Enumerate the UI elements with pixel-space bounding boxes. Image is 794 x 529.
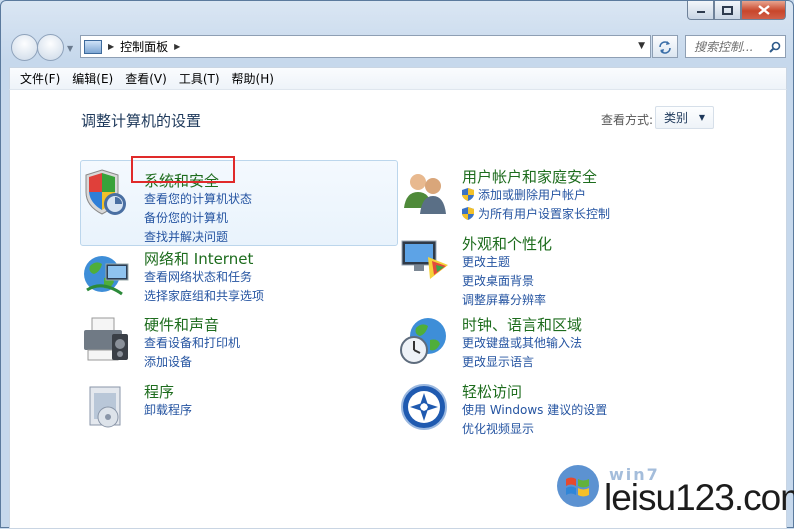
uac-shield-icon	[462, 188, 474, 201]
menu-help[interactable]: 帮助(H)	[226, 70, 280, 87]
minimize-icon	[696, 11, 705, 13]
view-by-label: 查看方式:	[601, 113, 654, 127]
close-button[interactable]	[741, 1, 786, 20]
menu-tools[interactable]: 工具(T)	[173, 70, 226, 87]
content-pane: 调整计算机的设置 查看方式: 类别 ▼ 系统和安全 查看您的计算机状态 备份您的…	[9, 89, 787, 529]
link-change-background[interactable]: 更改桌面背景	[462, 272, 534, 289]
link-screen-resolution[interactable]: 调整屏幕分辨率	[462, 291, 546, 308]
category-title-user-accounts[interactable]: 用户帐户和家庭安全	[462, 166, 597, 187]
ease-of-access-icon[interactable]	[400, 383, 450, 433]
windows-logo-watermark	[557, 465, 599, 507]
back-button[interactable]	[11, 34, 38, 61]
navigation-bar: ▼ ▶ 控制面板 ▶ ▼	[1, 31, 793, 63]
page-title: 调整计算机的设置	[81, 112, 202, 130]
link-parental-controls-label: 为所有用户设置家长控制	[478, 207, 611, 221]
link-add-remove-users[interactable]: 添加或删除用户帐户	[462, 186, 586, 203]
control-panel-window: ▼ ▶ 控制面板 ▶ ▼ 文件(F) 编辑(E) 查看(	[0, 0, 794, 529]
link-devices-printers[interactable]: 查看设备和打印机	[144, 334, 240, 351]
link-add-device[interactable]: 添加设备	[144, 353, 192, 370]
search-box[interactable]	[685, 35, 786, 58]
link-backup-computer[interactable]: 备份您的计算机	[144, 209, 228, 226]
menu-bar: 文件(F) 编辑(E) 查看(V) 工具(T) 帮助(H)	[9, 67, 787, 89]
refresh-icon	[659, 40, 671, 54]
breadcrumb-arrow-icon[interactable]: ▶	[174, 42, 180, 51]
uac-shield-icon	[462, 207, 474, 220]
chevron-down-icon: ▼	[698, 113, 705, 122]
link-add-remove-users-label: 添加或删除用户帐户	[478, 188, 587, 202]
link-change-theme[interactable]: 更改主题	[462, 253, 510, 270]
menu-edit[interactable]: 编辑(E)	[66, 70, 119, 87]
network-globe-icon[interactable]	[82, 250, 132, 300]
link-troubleshoot[interactable]: 查找并解决问题	[144, 228, 228, 245]
view-by-dropdown[interactable]: 类别 ▼	[655, 106, 714, 129]
minimize-button[interactable]	[687, 1, 714, 20]
menu-file[interactable]: 文件(F)	[14, 70, 66, 87]
category-title-network[interactable]: 网络和 Internet	[144, 248, 253, 269]
maximize-button[interactable]	[714, 1, 741, 20]
breadcrumb-arrow-icon[interactable]: ▶	[108, 42, 114, 51]
appearance-monitor-icon[interactable]	[400, 235, 450, 285]
users-icon[interactable]	[400, 168, 450, 218]
category-title-hardware[interactable]: 硬件和声音	[144, 314, 219, 335]
forward-button[interactable]	[37, 34, 64, 61]
clock-globe-icon[interactable]	[400, 316, 450, 366]
search-icon[interactable]	[769, 41, 781, 53]
menu-view[interactable]: 查看(V)	[119, 70, 173, 87]
printer-icon[interactable]	[82, 316, 132, 366]
maximize-icon	[722, 5, 733, 15]
programs-icon[interactable]	[82, 383, 132, 433]
refresh-button[interactable]	[652, 35, 678, 58]
view-by-value: 类别	[664, 111, 689, 125]
link-recommended-settings[interactable]: 使用 Windows 建议的设置	[462, 401, 607, 418]
category-title-clock-region[interactable]: 时钟、语言和区域	[462, 314, 582, 335]
link-homegroup-sharing[interactable]: 选择家庭组和共享选项	[144, 287, 264, 304]
link-change-keyboard[interactable]: 更改键盘或其他输入法	[462, 334, 582, 351]
watermark-site: leisu123.com	[604, 477, 794, 518]
caption-buttons	[687, 1, 786, 20]
search-input[interactable]	[694, 39, 764, 54]
link-parental-controls[interactable]: 为所有用户设置家长控制	[462, 205, 610, 222]
address-dropdown-icon[interactable]: ▼	[638, 41, 645, 51]
security-shield-icon[interactable]	[82, 168, 132, 218]
close-icon	[757, 5, 770, 15]
category-title-ease-of-access[interactable]: 轻松访问	[462, 381, 522, 402]
link-change-display-language[interactable]: 更改显示语言	[462, 353, 534, 370]
link-optimize-display[interactable]: 优化视频显示	[462, 420, 534, 437]
breadcrumb-control-panel[interactable]: 控制面板	[120, 38, 168, 55]
highlight-box	[131, 156, 235, 183]
link-network-status[interactable]: 查看网络状态和任务	[144, 268, 252, 285]
link-uninstall-program[interactable]: 卸载程序	[144, 401, 192, 418]
link-view-computer-status[interactable]: 查看您的计算机状态	[144, 190, 252, 207]
address-bar[interactable]: ▶ 控制面板 ▶ ▼	[80, 35, 651, 58]
category-title-programs[interactable]: 程序	[144, 381, 174, 402]
recent-pages-dropdown-icon[interactable]: ▼	[67, 44, 73, 53]
control-panel-icon	[84, 39, 102, 54]
category-title-appearance[interactable]: 外观和个性化	[462, 233, 552, 254]
